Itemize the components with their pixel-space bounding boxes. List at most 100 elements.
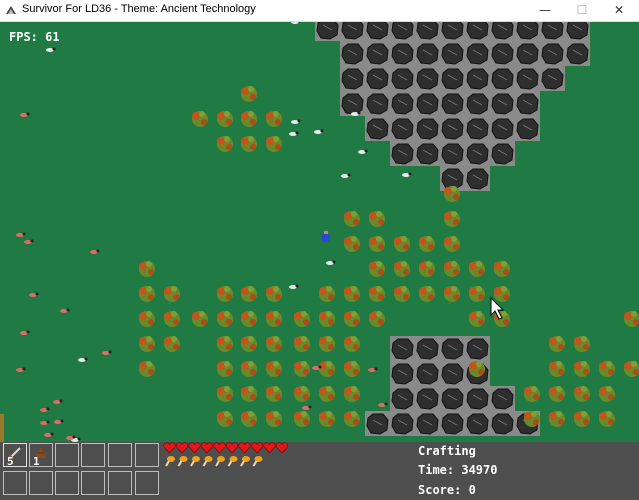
tree-tile	[241, 286, 257, 302]
tree-tile	[344, 336, 360, 352]
critter	[29, 292, 39, 297]
rock-tile	[415, 411, 440, 436]
minimize-button[interactable]: —	[525, 0, 565, 21]
rock-tile	[565, 41, 590, 66]
tree-tile	[344, 361, 360, 377]
tree-tile	[217, 136, 233, 152]
inventory-slot-7[interactable]	[3, 471, 27, 495]
tree-tile	[369, 261, 385, 277]
tree-tile	[599, 361, 615, 377]
inventory-slot-9[interactable]	[55, 471, 79, 495]
inventory-slot-11[interactable]	[108, 471, 132, 495]
heart-icon	[163, 442, 176, 454]
tree-tile	[574, 411, 590, 427]
rock-tile	[365, 66, 390, 91]
rock-tile	[390, 411, 415, 436]
rock-tile	[490, 411, 515, 436]
tree-tile	[469, 286, 485, 302]
inventory-slot-2[interactable]: 1	[29, 443, 53, 468]
tree-tile	[599, 386, 615, 402]
tree-tile	[241, 386, 257, 402]
critter	[289, 131, 299, 136]
rock-tile	[440, 41, 465, 66]
critter	[40, 420, 50, 425]
critter	[78, 357, 88, 362]
inventory-slot-10[interactable]	[81, 471, 105, 495]
inventory-count-1: 5	[7, 455, 14, 468]
drumstick-icon	[177, 456, 188, 467]
rock-tile	[415, 66, 440, 91]
rock-tile	[465, 22, 490, 41]
window-title: Survivor For LD36 - Theme: Ancient Techn…	[22, 3, 256, 15]
rock-tile	[415, 22, 440, 41]
rock-tile	[365, 116, 390, 141]
inventory-slot-8[interactable]	[29, 471, 53, 495]
tree-tile	[241, 311, 257, 327]
critter	[291, 22, 301, 24]
hud-panel: 5 1 Crafting Time: 34970 Score: 0	[0, 442, 639, 500]
tree-tile	[217, 311, 233, 327]
drumstick-icon	[252, 456, 263, 467]
tree-tile	[241, 111, 257, 127]
critter	[378, 402, 388, 407]
tree-tile	[241, 86, 257, 102]
crafting-label[interactable]: Crafting	[418, 444, 476, 458]
inventory-slot-3[interactable]	[55, 443, 79, 467]
inventory-slot-12[interactable]	[135, 471, 159, 495]
rock-tile	[340, 91, 365, 116]
tree-tile	[419, 236, 435, 252]
rock-tile	[390, 386, 415, 411]
rock-tile	[440, 336, 465, 361]
close-button[interactable]: ✕	[599, 0, 639, 21]
tree-tile	[192, 311, 208, 327]
inventory-slot-6[interactable]	[135, 443, 159, 467]
tree-tile	[599, 411, 615, 427]
rock-tile	[515, 22, 540, 41]
tree-tile	[574, 386, 590, 402]
tree-tile	[369, 311, 385, 327]
rock-tile	[490, 41, 515, 66]
health-bar	[163, 442, 289, 454]
rock-tile	[390, 116, 415, 141]
critter	[289, 284, 299, 289]
rock-tile	[440, 361, 465, 386]
maximize-button[interactable]: ☐	[562, 0, 602, 21]
critter	[358, 149, 368, 154]
tree-tile	[266, 311, 282, 327]
tree-tile	[344, 311, 360, 327]
critter	[16, 232, 26, 237]
rock-tile	[390, 41, 415, 66]
tree-tile	[139, 286, 155, 302]
tree-tile	[624, 361, 639, 377]
tree-tile	[319, 336, 335, 352]
heart-icon	[238, 442, 251, 454]
tree-tile	[624, 311, 639, 327]
tree-tile	[192, 111, 208, 127]
rock-tile	[465, 66, 490, 91]
tree-tile	[164, 336, 180, 352]
rock-tile	[415, 91, 440, 116]
critter	[44, 432, 54, 437]
tree-tile	[217, 111, 233, 127]
critter	[40, 407, 50, 412]
inventory-slot-5[interactable]	[108, 443, 132, 467]
inventory-slot-4[interactable]	[81, 443, 105, 467]
rock-tile	[540, 22, 565, 41]
tree-tile	[369, 211, 385, 227]
game-viewport[interactable]: FPS: 61	[0, 22, 639, 442]
inventory-slot-1[interactable]: 5	[3, 443, 27, 468]
rock-tile	[390, 91, 415, 116]
rock-tile	[415, 361, 440, 386]
tree-tile	[574, 336, 590, 352]
tree-tile	[494, 286, 510, 302]
critter	[326, 260, 336, 265]
tree-tile	[266, 286, 282, 302]
rock-tile	[540, 66, 565, 91]
rock-tile	[365, 411, 390, 436]
rock-tile	[315, 22, 340, 41]
tree-tile	[419, 261, 435, 277]
tree-tile	[139, 261, 155, 277]
tree-tile	[549, 336, 565, 352]
player-character	[322, 231, 330, 242]
tree-tile	[319, 411, 335, 427]
